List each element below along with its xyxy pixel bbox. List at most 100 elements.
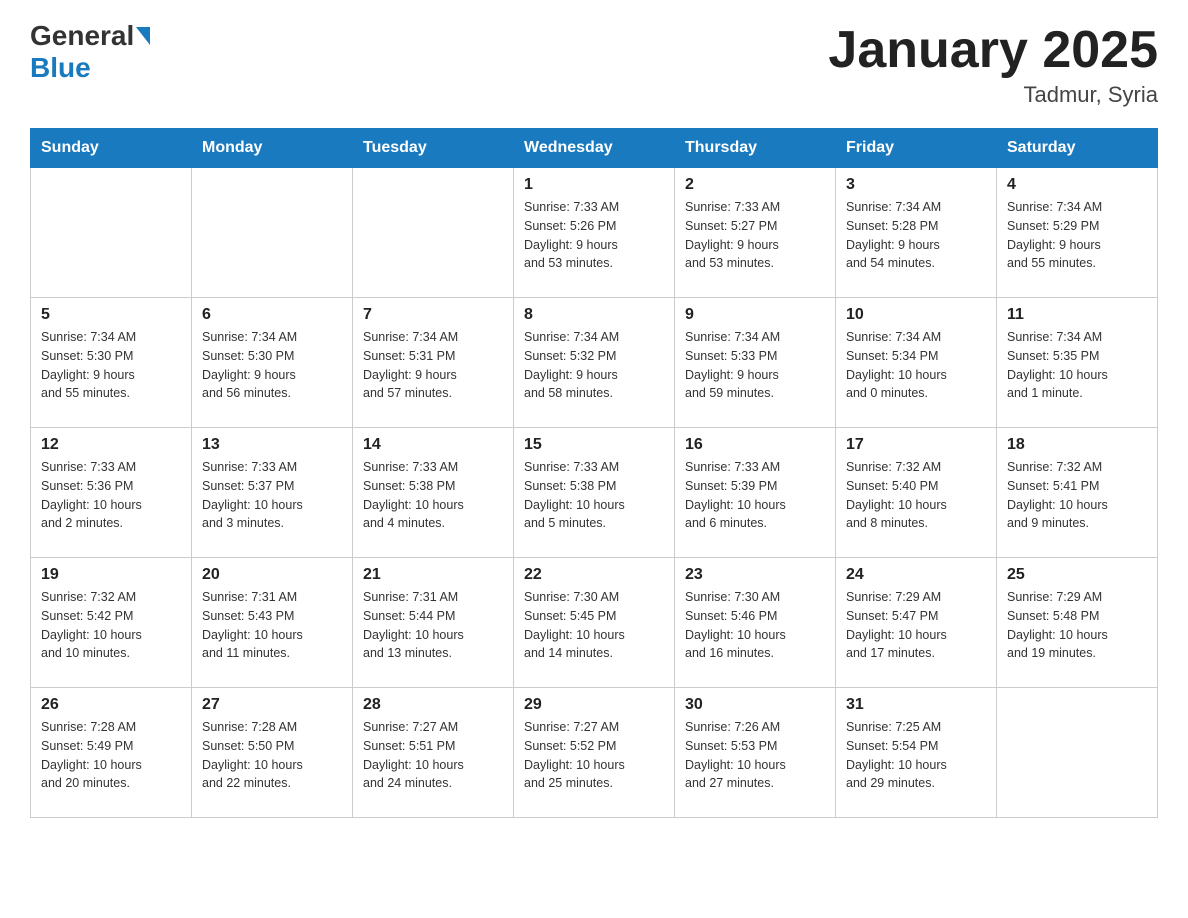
day-number: 28 — [363, 696, 503, 714]
calendar-week-row: 19 Sunrise: 7:32 AM Sunset: 5:42 PM Dayli… — [31, 558, 1158, 688]
day-info: Sunrise: 7:34 AM Sunset: 5:32 PM Dayligh… — [524, 328, 664, 403]
weekday-header-sunday: Sunday — [31, 129, 192, 168]
calendar-cell: 23Sunrise: 7:30 AM Sunset: 5:46 PM Dayli… — [675, 558, 836, 688]
day-info: Sunrise: 7:27 AM Sunset: 5:51 PM Dayligh… — [363, 718, 503, 793]
calendar-cell: 4 Sunrise: 7:34 AM Sunset: 5:29 PM Daylig… — [997, 168, 1158, 298]
calendar-cell: 14 Sunrise: 7:33 AM Sunset: 5:38 PM Dayli… — [353, 428, 514, 558]
day-info: Sunrise: 7:32 AM Sunset: 5:42 PM Dayligh… — [41, 588, 181, 663]
calendar-cell: 29 Sunrise: 7:27 AM Sunset: 5:52 PM Dayli… — [514, 688, 675, 818]
calendar-cell: 30 Sunrise: 7:26 AM Sunset: 5:53 PM Dayli… — [675, 688, 836, 818]
day-info: Sunrise: 7:33 AM Sunset: 5:39 PM Dayligh… — [685, 458, 825, 533]
calendar-cell — [31, 168, 192, 298]
day-info: Sunrise: 7:32 AM Sunset: 5:40 PM Dayligh… — [846, 458, 986, 533]
calendar-week-row: 26 Sunrise: 7:28 AM Sunset: 5:49 PM Dayli… — [31, 688, 1158, 818]
day-number: 2 — [685, 176, 825, 194]
day-number: 3 — [846, 176, 986, 194]
day-number: 11 — [1007, 306, 1147, 324]
day-number: 23 — [685, 566, 825, 584]
calendar-cell: 10 Sunrise: 7:34 AM Sunset: 5:34 PM Dayli… — [836, 298, 997, 428]
calendar-cell: 13 Sunrise: 7:33 AM Sunset: 5:37 PM Dayli… — [192, 428, 353, 558]
day-info: Sunrise: 7:34 AM Sunset: 5:33 PM Dayligh… — [685, 328, 825, 403]
logo-arrow-icon — [136, 27, 150, 45]
calendar-cell: 18Sunrise: 7:32 AM Sunset: 5:41 PM Dayli… — [997, 428, 1158, 558]
calendar-cell: 17 Sunrise: 7:32 AM Sunset: 5:40 PM Dayli… — [836, 428, 997, 558]
day-number: 6 — [202, 306, 342, 324]
day-info: Sunrise: 7:28 AM Sunset: 5:50 PM Dayligh… — [202, 718, 342, 793]
day-number: 26 — [41, 696, 181, 714]
day-info: Sunrise: 7:29 AM Sunset: 5:48 PM Dayligh… — [1007, 588, 1147, 663]
day-number: 30 — [685, 696, 825, 714]
day-info: Sunrise: 7:26 AM Sunset: 5:53 PM Dayligh… — [685, 718, 825, 793]
calendar-cell: 25 Sunrise: 7:29 AM Sunset: 5:48 PM Dayli… — [997, 558, 1158, 688]
day-number: 31 — [846, 696, 986, 714]
logo: General Blue — [30, 20, 152, 84]
calendar-header: SundayMondayTuesdayWednesdayThursdayFrid… — [31, 129, 1158, 168]
day-info: Sunrise: 7:34 AM Sunset: 5:34 PM Dayligh… — [846, 328, 986, 403]
day-info: Sunrise: 7:34 AM Sunset: 5:29 PM Dayligh… — [1007, 198, 1147, 273]
day-number: 22 — [524, 566, 664, 584]
calendar-cell: 12 Sunrise: 7:33 AM Sunset: 5:36 PM Dayli… — [31, 428, 192, 558]
calendar-cell: 7Sunrise: 7:34 AM Sunset: 5:31 PM Daylig… — [353, 298, 514, 428]
day-number: 19 — [41, 566, 181, 584]
day-number: 20 — [202, 566, 342, 584]
day-number: 25 — [1007, 566, 1147, 584]
day-info: Sunrise: 7:34 AM Sunset: 5:31 PM Dayligh… — [363, 328, 503, 403]
day-number: 9 — [685, 306, 825, 324]
weekday-header-monday: Monday — [192, 129, 353, 168]
day-info: Sunrise: 7:31 AM Sunset: 5:44 PM Dayligh… — [363, 588, 503, 663]
day-info: Sunrise: 7:28 AM Sunset: 5:49 PM Dayligh… — [41, 718, 181, 793]
calendar-cell: 22 Sunrise: 7:30 AM Sunset: 5:45 PM Dayli… — [514, 558, 675, 688]
day-number: 17 — [846, 436, 986, 454]
day-number: 10 — [846, 306, 986, 324]
day-number: 16 — [685, 436, 825, 454]
calendar-cell — [353, 168, 514, 298]
day-number: 13 — [202, 436, 342, 454]
title-block: January 2025 Tadmur, Syria — [828, 20, 1158, 108]
calendar-week-row: 12 Sunrise: 7:33 AM Sunset: 5:36 PM Dayli… — [31, 428, 1158, 558]
day-info: Sunrise: 7:33 AM Sunset: 5:36 PM Dayligh… — [41, 458, 181, 533]
day-info: Sunrise: 7:27 AM Sunset: 5:52 PM Dayligh… — [524, 718, 664, 793]
logo-general-text: General — [30, 20, 134, 52]
day-number: 15 — [524, 436, 664, 454]
weekday-header-tuesday: Tuesday — [353, 129, 514, 168]
calendar-table: SundayMondayTuesdayWednesdayThursdayFrid… — [30, 128, 1158, 818]
weekday-header-saturday: Saturday — [997, 129, 1158, 168]
day-info: Sunrise: 7:30 AM Sunset: 5:45 PM Dayligh… — [524, 588, 664, 663]
day-number: 5 — [41, 306, 181, 324]
calendar-cell: 11 Sunrise: 7:34 AM Sunset: 5:35 PM Dayli… — [997, 298, 1158, 428]
day-info: Sunrise: 7:33 AM Sunset: 5:38 PM Dayligh… — [363, 458, 503, 533]
weekday-header-wednesday: Wednesday — [514, 129, 675, 168]
calendar-week-row: 1Sunrise: 7:33 AM Sunset: 5:26 PM Daylig… — [31, 168, 1158, 298]
calendar-cell: 3Sunrise: 7:34 AM Sunset: 5:28 PM Daylig… — [836, 168, 997, 298]
calendar-cell: 21 Sunrise: 7:31 AM Sunset: 5:44 PM Dayli… — [353, 558, 514, 688]
calendar-cell: 8Sunrise: 7:34 AM Sunset: 5:32 PM Daylig… — [514, 298, 675, 428]
day-info: Sunrise: 7:33 AM Sunset: 5:38 PM Dayligh… — [524, 458, 664, 533]
day-number: 18 — [1007, 436, 1147, 454]
day-number: 21 — [363, 566, 503, 584]
calendar-cell: 27 Sunrise: 7:28 AM Sunset: 5:50 PM Dayli… — [192, 688, 353, 818]
day-info: Sunrise: 7:29 AM Sunset: 5:47 PM Dayligh… — [846, 588, 986, 663]
day-number: 24 — [846, 566, 986, 584]
day-number: 29 — [524, 696, 664, 714]
calendar-cell: 15 Sunrise: 7:33 AM Sunset: 5:38 PM Dayli… — [514, 428, 675, 558]
day-number: 27 — [202, 696, 342, 714]
day-number: 14 — [363, 436, 503, 454]
calendar-cell: 9 Sunrise: 7:34 AM Sunset: 5:33 PM Daylig… — [675, 298, 836, 428]
day-info: Sunrise: 7:34 AM Sunset: 5:35 PM Dayligh… — [1007, 328, 1147, 403]
day-info: Sunrise: 7:31 AM Sunset: 5:43 PM Dayligh… — [202, 588, 342, 663]
calendar-cell: 16 Sunrise: 7:33 AM Sunset: 5:39 PM Dayli… — [675, 428, 836, 558]
calendar-cell: 31Sunrise: 7:25 AM Sunset: 5:54 PM Dayli… — [836, 688, 997, 818]
calendar-cell: 2 Sunrise: 7:33 AM Sunset: 5:27 PM Daylig… — [675, 168, 836, 298]
calendar-cell: 28 Sunrise: 7:27 AM Sunset: 5:51 PM Dayli… — [353, 688, 514, 818]
day-number: 4 — [1007, 176, 1147, 194]
calendar-cell: 26 Sunrise: 7:28 AM Sunset: 5:49 PM Dayli… — [31, 688, 192, 818]
month-title: January 2025 — [828, 20, 1158, 80]
weekday-header-friday: Friday — [836, 129, 997, 168]
day-info: Sunrise: 7:34 AM Sunset: 5:30 PM Dayligh… — [202, 328, 342, 403]
day-number: 12 — [41, 436, 181, 454]
weekday-header-thursday: Thursday — [675, 129, 836, 168]
day-info: Sunrise: 7:33 AM Sunset: 5:37 PM Dayligh… — [202, 458, 342, 533]
day-info: Sunrise: 7:33 AM Sunset: 5:27 PM Dayligh… — [685, 198, 825, 273]
calendar-cell: 20 Sunrise: 7:31 AM Sunset: 5:43 PM Dayli… — [192, 558, 353, 688]
page-header: General Blue January 2025 Tadmur, Syria — [30, 20, 1158, 108]
